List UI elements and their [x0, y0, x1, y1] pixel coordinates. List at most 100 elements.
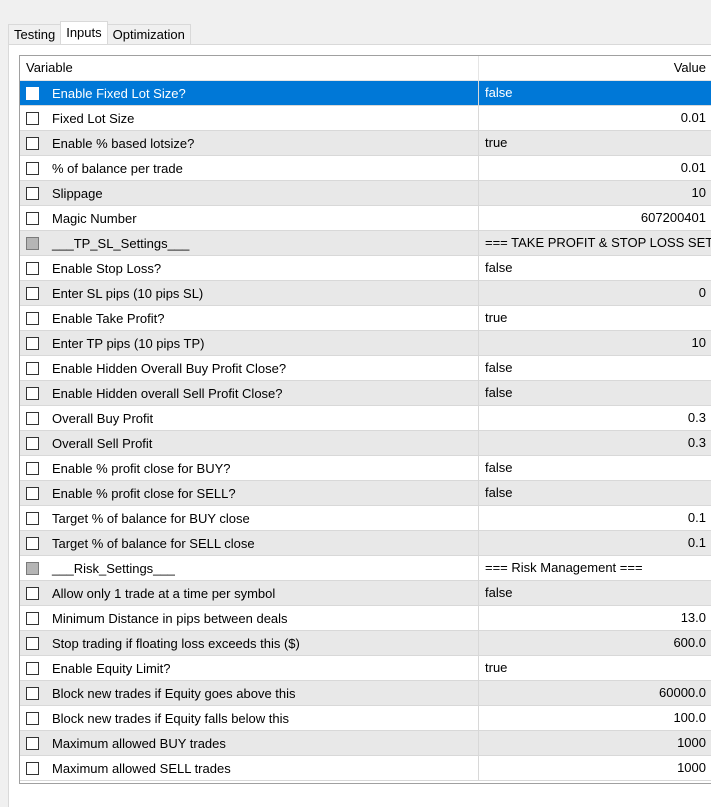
variable-cell[interactable]: Target % of balance for SELL close [20, 531, 479, 555]
variable-cell[interactable]: Enter SL pips (10 pips SL) [20, 281, 479, 305]
value-cell[interactable]: 0.01 [479, 106, 711, 130]
variable-cell[interactable]: Target % of balance for BUY close [20, 506, 479, 530]
optimize-checkbox[interactable] [26, 261, 39, 275]
table-row[interactable]: Minimum Distance in pips between deals 13… [20, 606, 711, 631]
optimize-checkbox[interactable] [26, 761, 39, 775]
optimize-checkbox[interactable] [26, 236, 39, 250]
variable-cell[interactable]: Enable % based lotsize? [20, 131, 479, 155]
optimize-checkbox[interactable] [26, 311, 39, 325]
optimize-checkbox[interactable] [26, 211, 39, 225]
variable-cell[interactable]: Enter TP pips (10 pips TP) [20, 331, 479, 355]
value-cell[interactable]: false [479, 256, 711, 280]
variable-cell[interactable]: Enable Hidden overall Sell Profit Close? [20, 381, 479, 405]
table-row[interactable]: Enter TP pips (10 pips TP) 10 [20, 331, 711, 356]
value-cell[interactable]: 600.0 [479, 631, 711, 655]
value-cell[interactable]: true [479, 131, 711, 155]
optimize-checkbox[interactable] [26, 361, 39, 375]
optimize-checkbox[interactable] [26, 436, 39, 450]
optimize-checkbox[interactable] [26, 486, 39, 500]
variable-cell[interactable]: Allow only 1 trade at a time per symbol [20, 581, 479, 605]
optimize-checkbox[interactable] [26, 336, 39, 350]
value-cell[interactable]: false [479, 81, 711, 105]
table-row[interactable]: ___Risk_Settings___ === Risk Management =… [20, 556, 711, 581]
variable-cell[interactable]: Overall Sell Profit [20, 431, 479, 455]
table-row[interactable]: Maximum allowed SELL trades 1000 [20, 756, 711, 781]
variable-cell[interactable]: Overall Buy Profit [20, 406, 479, 430]
optimize-checkbox[interactable] [26, 86, 39, 100]
value-cell[interactable]: 0 [479, 281, 711, 305]
optimize-checkbox[interactable] [26, 636, 39, 650]
value-cell[interactable]: 0.3 [479, 431, 711, 455]
table-row[interactable]: Maximum allowed BUY trades 1000 [20, 731, 711, 756]
value-cell[interactable]: false [479, 456, 711, 480]
optimize-checkbox[interactable] [26, 511, 39, 525]
table-row[interactable]: Overall Buy Profit 0.3 [20, 406, 711, 431]
variable-cell[interactable]: Maximum allowed BUY trades [20, 731, 479, 755]
table-row[interactable]: Magic Number 607200401 [20, 206, 711, 231]
table-row[interactable]: Overall Sell Profit 0.3 [20, 431, 711, 456]
optimize-checkbox[interactable] [26, 386, 39, 400]
table-row[interactable]: Fixed Lot Size 0.01 [20, 106, 711, 131]
variable-cell[interactable]: Magic Number [20, 206, 479, 230]
value-cell[interactable]: 13.0 [479, 606, 711, 630]
table-row[interactable]: ___TP_SL_Settings___ === TAKE PROFIT & ST… [20, 231, 711, 256]
table-row[interactable]: Allow only 1 trade at a time per symbol f… [20, 581, 711, 606]
value-cell[interactable]: 60000.0 [479, 681, 711, 705]
optimize-checkbox[interactable] [26, 686, 39, 700]
variable-cell[interactable]: Enable Fixed Lot Size? [20, 81, 479, 105]
table-row[interactable]: Enter SL pips (10 pips SL) 0 [20, 281, 711, 306]
tab-testing[interactable]: Testing [8, 24, 62, 44]
tab-optimization[interactable]: Optimization [106, 24, 191, 44]
value-cell[interactable]: 607200401 [479, 206, 711, 230]
value-cell[interactable]: === Risk Management === [479, 556, 711, 580]
table-row[interactable]: Enable Hidden Overall Buy Profit Close? f… [20, 356, 711, 381]
table-row[interactable]: Enable Take Profit? true [20, 306, 711, 331]
value-cell[interactable]: false [479, 481, 711, 505]
optimize-checkbox[interactable] [26, 586, 39, 600]
value-cell[interactable]: 0.3 [479, 406, 711, 430]
value-cell[interactable]: 0.1 [479, 531, 711, 555]
column-header-variable[interactable]: Variable [20, 56, 479, 80]
variable-cell[interactable]: Slippage [20, 181, 479, 205]
variable-cell[interactable]: Maximum allowed SELL trades [20, 756, 479, 780]
variable-cell[interactable]: Stop trading if floating loss exceeds th… [20, 631, 479, 655]
value-cell[interactable]: 100.0 [479, 706, 711, 730]
value-cell[interactable]: true [479, 656, 711, 680]
optimize-checkbox[interactable] [26, 186, 39, 200]
optimize-checkbox[interactable] [26, 111, 39, 125]
variable-cell[interactable]: Enable Stop Loss? [20, 256, 479, 280]
variable-cell[interactable]: Enable % profit close for BUY? [20, 456, 479, 480]
value-cell[interactable]: false [479, 356, 711, 380]
value-cell[interactable]: 0.01 [479, 156, 711, 180]
variable-cell[interactable]: Minimum Distance in pips between deals [20, 606, 479, 630]
value-cell[interactable]: false [479, 381, 711, 405]
table-row[interactable]: Enable % profit close for SELL? false [20, 481, 711, 506]
variable-cell[interactable]: Block new trades if Equity goes above th… [20, 681, 479, 705]
variable-cell[interactable]: Block new trades if Equity falls below t… [20, 706, 479, 730]
optimize-checkbox[interactable] [26, 286, 39, 300]
table-row[interactable]: Enable Hidden overall Sell Profit Close?… [20, 381, 711, 406]
variable-cell[interactable]: % of balance per trade [20, 156, 479, 180]
table-row[interactable]: Slippage 10 [20, 181, 711, 206]
optimize-checkbox[interactable] [26, 411, 39, 425]
value-cell[interactable]: false [479, 581, 711, 605]
table-row[interactable]: Target % of balance for SELL close 0.1 [20, 531, 711, 556]
value-cell[interactable]: 0.1 [479, 506, 711, 530]
optimize-checkbox[interactable] [26, 736, 39, 750]
table-row[interactable]: Block new trades if Equity goes above th… [20, 681, 711, 706]
value-cell[interactable]: 1000 [479, 756, 711, 780]
optimize-checkbox[interactable] [26, 611, 39, 625]
value-cell[interactable]: true [479, 306, 711, 330]
optimize-checkbox[interactable] [26, 561, 39, 575]
optimize-checkbox[interactable] [26, 461, 39, 475]
variable-cell[interactable]: ___TP_SL_Settings___ [20, 231, 479, 255]
column-header-value[interactable]: Value [479, 56, 711, 80]
table-row[interactable]: Enable Equity Limit? true [20, 656, 711, 681]
table-row[interactable]: % of balance per trade 0.01 [20, 156, 711, 181]
table-row[interactable]: Enable % based lotsize? true [20, 131, 711, 156]
variable-cell[interactable]: ___Risk_Settings___ [20, 556, 479, 580]
optimize-checkbox[interactable] [26, 661, 39, 675]
table-row[interactable]: Enable Stop Loss? false [20, 256, 711, 281]
variable-cell[interactable]: Enable % profit close for SELL? [20, 481, 479, 505]
variable-cell[interactable]: Enable Take Profit? [20, 306, 479, 330]
